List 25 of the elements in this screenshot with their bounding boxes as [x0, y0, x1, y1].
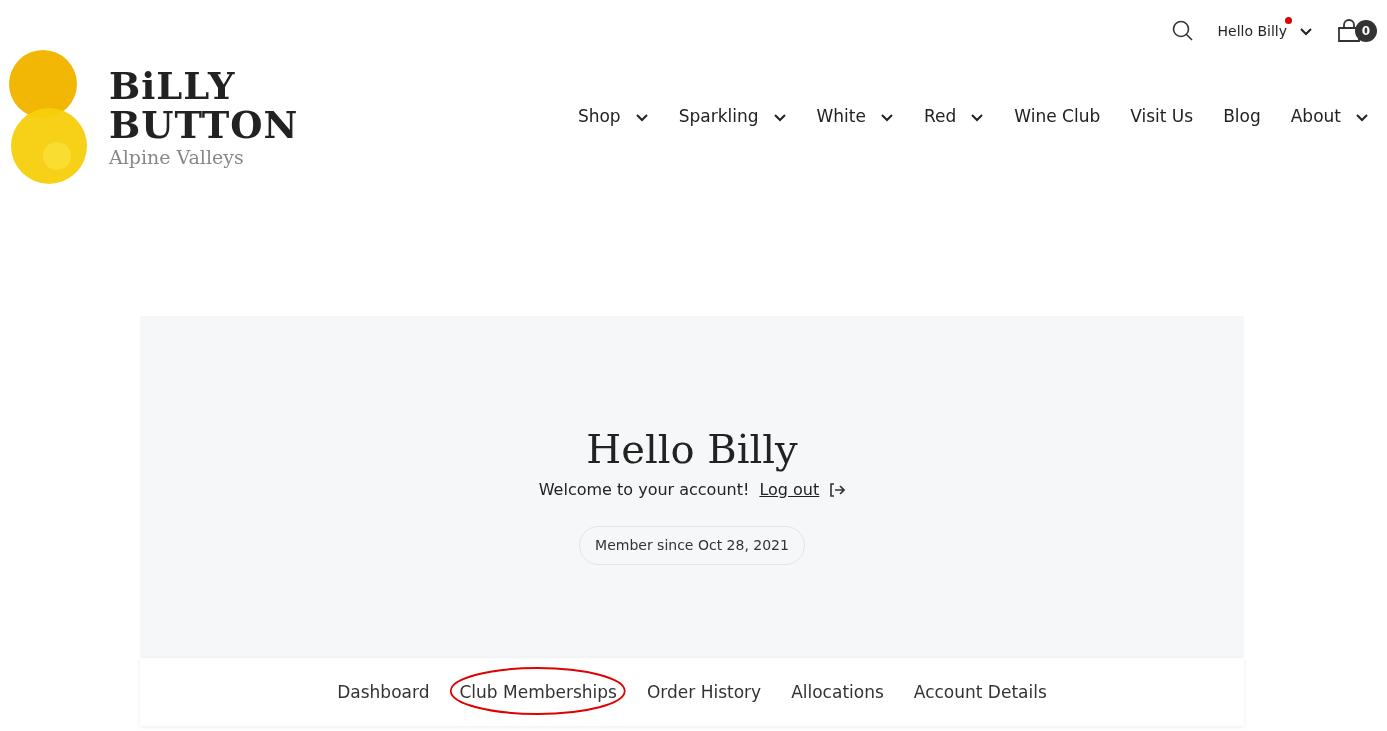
account-tab[interactable]: Order History: [646, 682, 762, 702]
nav-link[interactable]: Blog: [1223, 104, 1261, 130]
nav-link[interactable]: Red: [923, 104, 957, 130]
cart-count: 0: [1355, 20, 1377, 42]
nav-link[interactable]: Sparkling: [678, 104, 759, 130]
logout-link[interactable]: Log out: [759, 478, 820, 502]
nav-link[interactable]: Wine Club: [1014, 104, 1101, 130]
shopping-bag-icon: [1337, 19, 1363, 43]
nav-link[interactable]: Shop: [577, 104, 621, 130]
account-menu-link[interactable]: Hello Billy: [1217, 23, 1287, 39]
nav-link[interactable]: About: [1290, 104, 1341, 130]
account-title: Hello Billy: [586, 425, 798, 474]
logo-title: BiLLY: [109, 67, 237, 105]
nav-link[interactable]: Visit Us: [1130, 104, 1194, 130]
chevron-down-icon: [1299, 26, 1313, 36]
account-tab[interactable]: Dashboard: [337, 682, 430, 702]
search-icon[interactable]: [1171, 20, 1194, 42]
logout-icon: [829, 483, 846, 497]
cart-button[interactable]: 0: [1337, 19, 1377, 43]
account-tab[interactable]: Allocations: [791, 682, 884, 702]
logo-tagline: Alpine Valleys: [109, 147, 245, 167]
nav-link[interactable]: White: [816, 104, 866, 130]
account-tab[interactable]: Account Details: [913, 682, 1047, 702]
logo-title: BUTTON: [109, 106, 299, 144]
welcome-text: Welcome to your account!: [538, 479, 750, 501]
